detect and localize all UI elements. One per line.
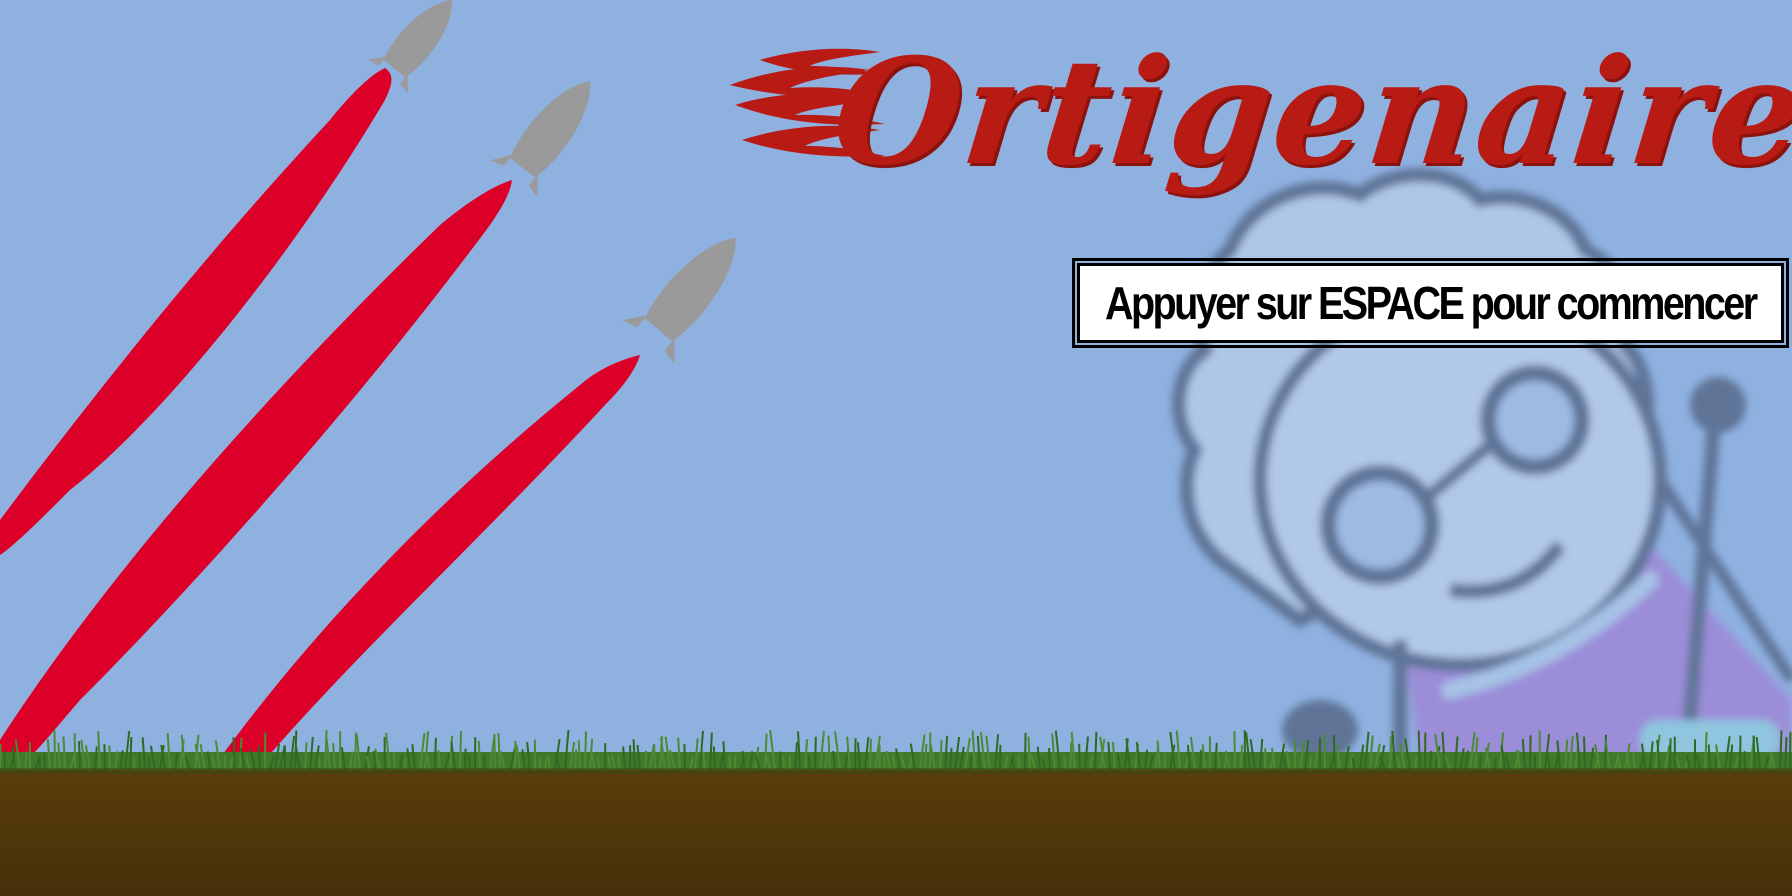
grass-blade (1048, 747, 1051, 771)
grass-blade (683, 744, 686, 771)
grass-blade (1583, 736, 1586, 771)
start-prompt-box: Appuyer sur ESPACE pour commencer (1072, 258, 1789, 348)
grass-blade (3, 751, 6, 771)
grass-blade (129, 737, 133, 771)
grass-blade (392, 751, 396, 771)
grass-blade (467, 754, 471, 771)
grass-blade (909, 755, 912, 771)
grass-blade (712, 746, 716, 771)
grass-blade (854, 738, 857, 771)
grass-blade (584, 731, 587, 771)
grass-blade (653, 744, 656, 771)
grass-blade (1479, 753, 1482, 771)
grass-blade (1707, 744, 1711, 771)
grass-blade (869, 738, 872, 771)
grass-blade (434, 737, 437, 771)
grass-blade (574, 749, 578, 771)
grass-blade (1094, 731, 1098, 771)
grass-blade (1323, 733, 1326, 771)
grass-blade (577, 740, 581, 771)
grass-blade (459, 731, 463, 771)
grass-blade (43, 752, 46, 771)
start-prompt-text: Appuyer sur ESPACE pour commencer (1105, 277, 1758, 329)
grass-blade (1224, 750, 1228, 771)
grass-blade (464, 748, 467, 771)
grass-blade (1604, 734, 1607, 771)
grass-blade (924, 743, 928, 771)
grass-blade (1529, 735, 1532, 771)
grass-blade (878, 744, 881, 771)
grass-blade (814, 736, 817, 771)
grass-blade (779, 751, 782, 771)
grass-blade (644, 750, 648, 771)
grass-blade (317, 756, 321, 771)
grass-blade (1417, 730, 1421, 771)
grass-blade (1332, 734, 1336, 771)
grass-blade (78, 741, 81, 771)
grass-blade (1024, 732, 1027, 771)
grass-blade (728, 755, 731, 771)
glasses-left-lens (1320, 465, 1440, 585)
grass-blade (1389, 736, 1393, 771)
soil (0, 770, 1792, 896)
grass-blade (477, 740, 481, 771)
glasses-right-lens (1480, 365, 1590, 475)
grass-blade (882, 753, 886, 771)
grass-blade (1669, 738, 1672, 771)
grass-blade (257, 745, 261, 771)
grass-blade (137, 751, 141, 771)
grass-blade (103, 744, 106, 771)
grass-blade (1429, 750, 1432, 771)
grass-blade (1199, 749, 1203, 771)
grass-blade (108, 745, 111, 771)
grass-blade (373, 750, 376, 771)
game-scene[interactable]: Ortigenaire Appuyer sur ESPACE pour comm… (0, 0, 1792, 896)
grass-blade (354, 732, 357, 771)
grass-blade (0, 744, 2, 771)
grass-blade (632, 739, 636, 771)
grass-blade (38, 754, 41, 771)
grass-blade (1069, 741, 1073, 771)
grass-blade (1063, 756, 1066, 771)
grass-blade (493, 733, 496, 771)
game-title: Ortigenaire (826, 27, 1792, 198)
character-face (1253, 288, 1667, 672)
grass-blade (1233, 731, 1236, 771)
grass-blade (53, 730, 56, 771)
grass-blade (969, 755, 973, 771)
grass-blade (1078, 743, 1081, 771)
grass-blade (482, 753, 486, 771)
